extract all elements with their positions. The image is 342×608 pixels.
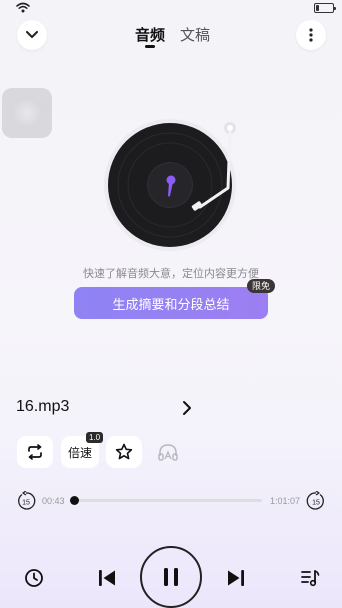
audio-mode-button[interactable] bbox=[150, 436, 186, 468]
floating-thumbnail[interactable] bbox=[2, 88, 52, 138]
seek-forward-seconds: 15 bbox=[312, 500, 320, 507]
generate-summary-button[interactable]: 生成摘要和分段总结 bbox=[74, 287, 268, 319]
tab-audio[interactable]: 音频 bbox=[135, 24, 165, 45]
pause-icon bbox=[164, 568, 178, 586]
speed-value-badge: 1.0 bbox=[86, 432, 104, 443]
battery-icon bbox=[314, 3, 336, 13]
hint-text: 快速了解音频大意，定位内容更方便 bbox=[83, 268, 259, 280]
track-filename: 16.mp3 bbox=[16, 398, 70, 415]
total-time: 1:01:07 bbox=[270, 496, 301, 506]
playlist-icon[interactable] bbox=[300, 568, 320, 588]
vinyl-record-icon bbox=[104, 119, 236, 251]
previous-icon[interactable] bbox=[97, 568, 117, 588]
seek-forward-button[interactable]: 15 bbox=[306, 490, 326, 516]
headphone-icon bbox=[158, 444, 178, 461]
loop-button[interactable] bbox=[17, 436, 53, 468]
seek-back-seconds: 15 bbox=[22, 500, 30, 507]
active-tab-indicator bbox=[145, 45, 155, 48]
chevron-right-icon[interactable] bbox=[182, 400, 192, 416]
thumbnail-disc bbox=[11, 97, 43, 129]
favorite-button[interactable] bbox=[106, 436, 142, 468]
play-pause-button[interactable] bbox=[140, 546, 202, 608]
progress-thumb[interactable] bbox=[70, 496, 80, 505]
progress-track[interactable] bbox=[70, 496, 262, 505]
loop-icon bbox=[28, 444, 42, 460]
free-badge: 限免 bbox=[247, 279, 276, 293]
timer-icon[interactable] bbox=[24, 568, 44, 588]
star-icon bbox=[115, 443, 133, 460]
current-time: 00:43 bbox=[42, 496, 65, 506]
tab-transcript[interactable]: 文稿 bbox=[180, 24, 210, 45]
wifi-icon bbox=[16, 2, 30, 13]
forward-15-icon: 15 bbox=[306, 490, 324, 510]
seek-back-button[interactable]: 15 bbox=[16, 490, 36, 516]
summary-button-label: 生成摘要和分段总结 bbox=[112, 296, 230, 312]
speed-label: 倍速 bbox=[67, 445, 92, 460]
more-vertical-icon bbox=[309, 28, 313, 42]
next-icon[interactable] bbox=[226, 568, 246, 588]
status-bar bbox=[0, 0, 342, 16]
tab-bar: 音频 文稿 bbox=[0, 24, 342, 52]
rewind-15-icon: 15 bbox=[18, 490, 36, 510]
more-options-button[interactable] bbox=[296, 20, 326, 50]
record-player bbox=[100, 110, 250, 260]
